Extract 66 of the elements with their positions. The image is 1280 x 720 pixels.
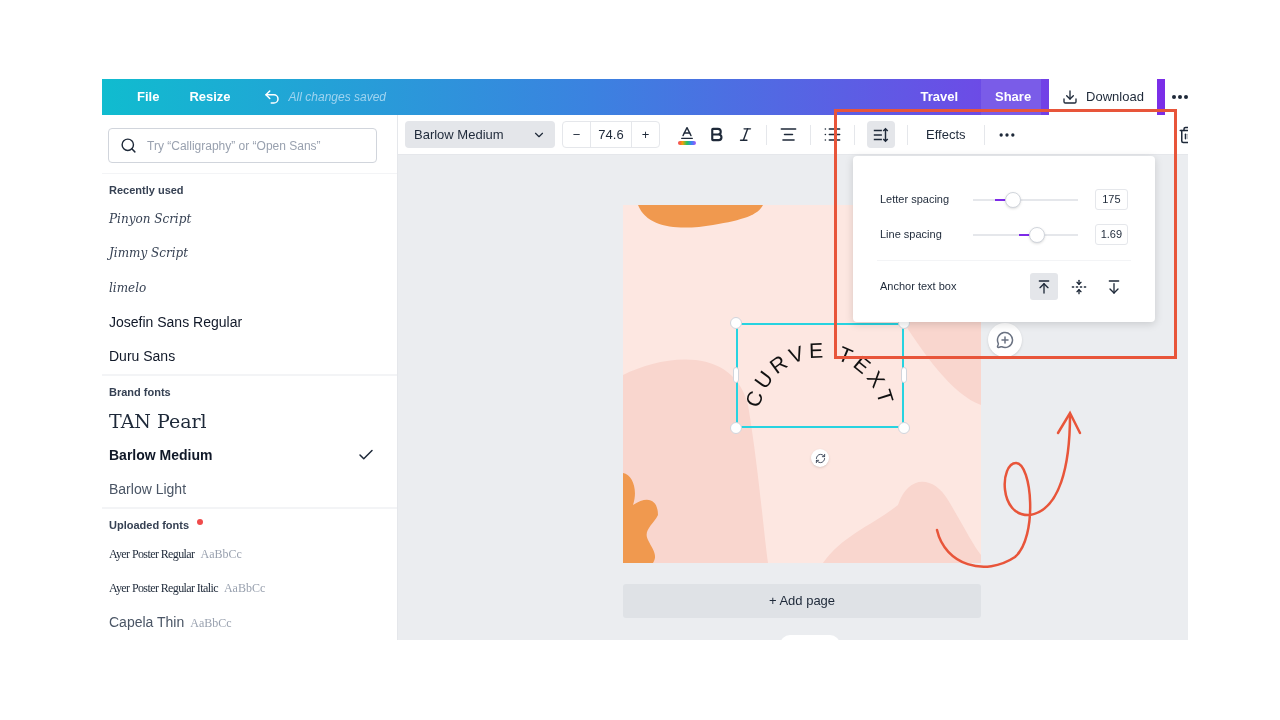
anchor-top-icon [1036, 278, 1052, 295]
download-icon [1062, 89, 1079, 105]
comment-button[interactable] [988, 323, 1022, 357]
save-status: All changes saved [288, 89, 386, 106]
bullet-list-icon[interactable] [823, 125, 842, 144]
slider-value-field[interactable]: 175 [1094, 189, 1128, 210]
font-size-value[interactable]: 74.6 [590, 122, 632, 147]
font-item[interactable]: Barlow Medium [102, 438, 397, 473]
font-name: Ayer Poster Regular [109, 545, 195, 563]
add-page-button[interactable]: + Add page [623, 584, 981, 618]
decrease-button[interactable]: − [563, 122, 590, 147]
resize-handle[interactable] [733, 367, 739, 383]
line-spacing-icon [872, 125, 890, 144]
font-name: Barlow Light [109, 480, 187, 500]
font-name: limelo [109, 279, 147, 297]
font-item[interactable]: Ayer Poster Regular Italic AaBbCc [102, 571, 397, 606]
rotate-icon [814, 452, 826, 464]
font-sample: AaBbCc [190, 614, 232, 632]
slider-value-field[interactable]: 1.69 [1094, 224, 1128, 245]
slider-thumb[interactable] [1028, 226, 1045, 243]
font-name: Ayer Poster Regular Italic [109, 580, 218, 598]
section-heading: Brand fonts [109, 385, 171, 400]
slider-track[interactable] [972, 191, 1078, 208]
italic-icon[interactable] [737, 126, 754, 143]
effects-button[interactable]: Effects [920, 124, 972, 145]
text-color-icon[interactable] [678, 124, 696, 145]
font-name: Josefin Sans Regular [109, 312, 243, 332]
font-name: Jimmy Script [109, 245, 189, 263]
font-item[interactable]: Ayer Poster Regular AaBbCc [102, 536, 397, 571]
more-icon [1172, 95, 1188, 99]
slider-thumb[interactable] [1004, 191, 1021, 208]
font-sample: AaBbCc [223, 580, 266, 598]
font-item[interactable]: Duru Sans [102, 339, 397, 374]
font-sample: AaBbCc [200, 545, 242, 563]
font-item[interactable]: limelo [102, 270, 397, 305]
section-heading: Recently used [109, 183, 184, 198]
font-item[interactable]: Pinyon Script [102, 201, 397, 236]
font-item[interactable]: Capela Thin AaBbCc [102, 605, 397, 640]
anchor-bottom-icon [1106, 278, 1122, 295]
font-name: TAN Pearl [109, 408, 207, 434]
slider-track[interactable] [972, 226, 1078, 243]
font-name: Pinyon Script [109, 210, 192, 228]
font-dropdown[interactable]: Barlow Medium [405, 121, 555, 148]
font-name: Duru Sans [109, 347, 176, 367]
font-search-field[interactable]: Try “Calligraphy” or “Open Sans” [108, 128, 377, 163]
font-item[interactable]: Jimmy Script [102, 236, 397, 271]
align-center-icon[interactable] [779, 125, 798, 144]
increase-button[interactable]: + [632, 122, 659, 147]
spacing-button[interactable] [867, 121, 895, 148]
slider-label: Line spacing [880, 227, 943, 243]
resize-handle[interactable] [901, 367, 907, 383]
font-name: Barlow Medium [109, 445, 213, 465]
font-item[interactable]: Josefin Sans Regular [102, 305, 397, 340]
font-name: Capela Thin [109, 613, 185, 633]
anchor-label: Anchor text box [880, 279, 958, 295]
anchor-button[interactable] [1030, 273, 1058, 300]
anchor-middle-icon [1071, 278, 1087, 295]
add-comment-icon [996, 331, 1014, 349]
font-item[interactable]: Barlow Light [102, 472, 397, 507]
travel-button[interactable]: Travel [902, 79, 976, 115]
bold-icon[interactable] [708, 126, 725, 143]
font-item[interactable]: TAN Pearl [102, 403, 397, 438]
slider-label: Letter spacing [880, 192, 951, 208]
undo-icon[interactable] [262, 88, 281, 106]
search-icon [120, 137, 137, 154]
section-heading: Uploaded fonts [109, 518, 190, 533]
